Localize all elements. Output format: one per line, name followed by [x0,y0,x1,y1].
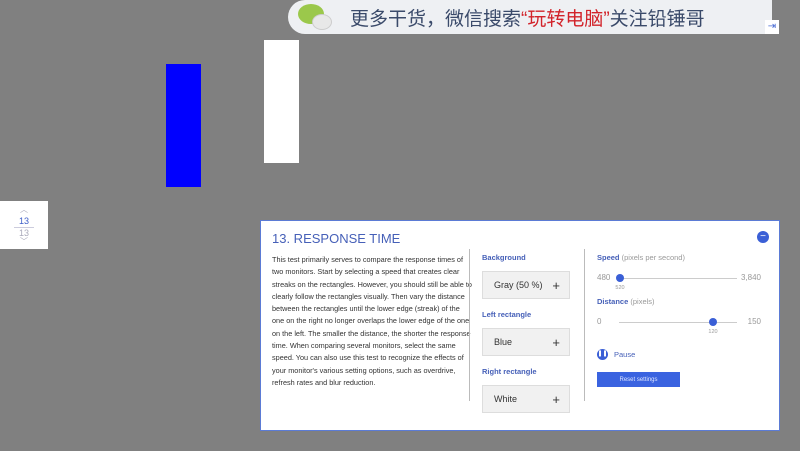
left-rectangle-label: Left rectangle [482,310,532,319]
chevron-down-icon[interactable]: ﹀ [0,238,48,246]
exit-icon[interactable]: ⇥ [765,20,779,34]
chevron-up-icon[interactable]: ︿ [0,206,48,214]
wechat-icon [296,2,336,32]
right-rectangle [264,40,299,163]
test-navigator: ︿ 13 13 ﹀ [0,201,48,249]
speed-max: 3,840 [740,273,761,282]
distance-max: 150 [747,317,761,326]
speed-slider[interactable]: 480 520 3,840 [597,265,767,297]
background-label: Background [482,253,526,262]
left-rectangle-select[interactable]: Blue + [482,328,570,356]
slider-track [619,322,737,323]
pause-icon: ❚❚ [597,349,608,360]
pause-button[interactable]: ❚❚ Pause [597,349,767,360]
left-rectangle [166,64,201,187]
current-test: 13 [14,216,34,228]
speed-value: 520 [615,285,625,291]
slider-handle[interactable] [709,318,718,326]
background-value: Gray (50 %) [494,280,543,290]
left-rectangle-value: Blue [494,337,513,347]
right-rectangle-label: Right rectangle [482,367,537,376]
distance-slider[interactable]: 0 120 150 [597,309,767,341]
settings-panel: 13. RESPONSE TIME − This test primarily … [260,220,780,431]
banner-text-after: 关注铅锤哥 [609,8,705,30]
slider-handle[interactable] [616,274,625,282]
panel-title: 13. RESPONSE TIME [272,231,401,246]
banner-highlight: “玩转电脑” [521,8,610,30]
reset-settings-button[interactable]: Reset settings [597,372,680,387]
plus-icon: + [552,334,560,350]
background-select[interactable]: Gray (50 %) + [482,271,570,299]
distance-value: 120 [708,329,718,335]
description: This test primarily serves to compare th… [272,255,472,387]
wechat-banner: 更多干货，微信搜索 “玩转电脑” 关注铅锤哥 [288,0,772,34]
speed-min: 480 [597,273,611,282]
plus-icon: + [552,391,560,407]
right-rectangle-select[interactable]: White + [482,385,570,413]
divider [584,249,585,401]
speed-label: Speed (pixels per second) [597,253,685,262]
distance-label: Distance (pixels) [597,297,655,306]
slider-track [619,278,737,279]
banner-text: 更多干货，微信搜索 [350,8,522,30]
plus-icon: + [552,277,560,293]
distance-min: 0 [597,317,602,326]
collapse-icon[interactable]: − [757,231,769,243]
pause-label: Pause [614,350,636,359]
right-rectangle-value: White [494,394,518,404]
divider [469,249,470,401]
